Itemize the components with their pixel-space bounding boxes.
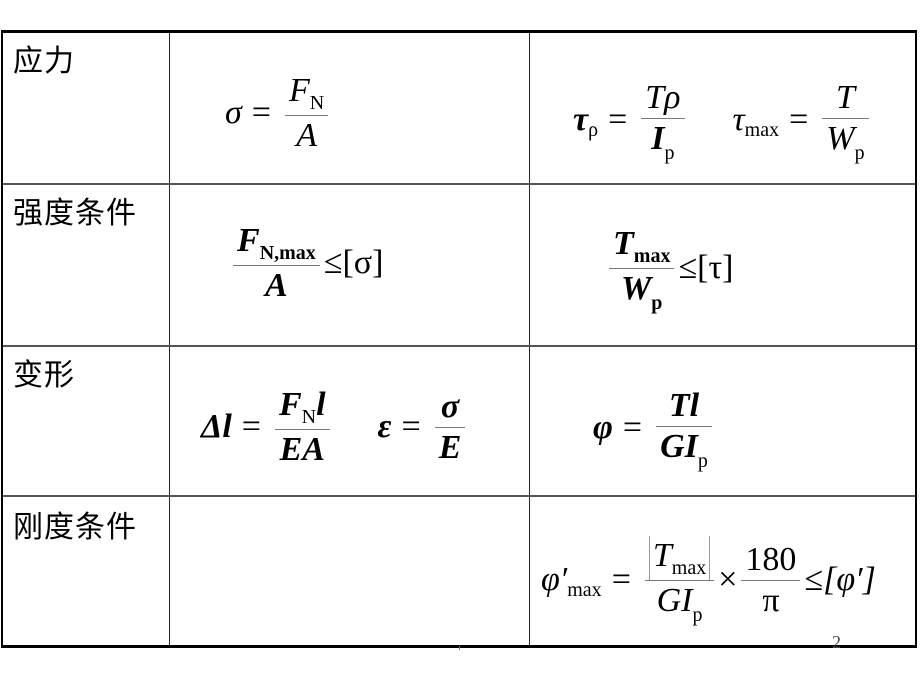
fraction: T Wp: [822, 78, 869, 164]
symbol-tau: τ: [573, 101, 589, 138]
formula-torsion-stiffness: φ′ max = Tmax GI p × 180 π ≤ [φ′]: [541, 525, 876, 635]
symbol-delta-l: Δl: [201, 408, 232, 445]
formula-table: 应力 强度条件 变形 刚度条件 σ = FN A τρ = Tρ Ip τ max…: [1, 30, 917, 648]
row-divider: [3, 495, 915, 497]
row-divider: [3, 183, 915, 185]
symbol-epsilon: ε: [377, 408, 392, 445]
subscript: max: [633, 244, 671, 267]
equals-sign: =: [789, 101, 809, 138]
symbol-phi: φ: [593, 409, 613, 446]
fraction: Tmax Wp: [609, 224, 675, 314]
numerator: T: [613, 224, 634, 262]
subscript: p: [664, 141, 675, 164]
page-number: 2: [832, 632, 841, 652]
numerator: T: [836, 78, 855, 116]
allowable-twist: [φ′]: [823, 561, 876, 598]
row-label-stiffness-condition: 刚度条件: [13, 510, 137, 545]
less-equal-sign: ≤: [804, 561, 824, 598]
equals-sign: =: [251, 94, 271, 131]
fraction: FN A: [284, 71, 329, 156]
denominator: E: [438, 428, 462, 466]
formula-torsion-strength: Tmax Wp ≤ [τ]: [605, 213, 733, 323]
fraction: F N,max A: [233, 221, 320, 306]
fraction: Tmax GI p: [644, 535, 715, 626]
numerator: F: [237, 221, 260, 259]
decorative-tick: [459, 646, 460, 650]
numerator: Tρ: [645, 78, 681, 116]
formula-axial-strength: F N,max A ≤ [σ]: [229, 213, 383, 313]
formula-axial-stress: σ = FN A: [225, 63, 332, 163]
subscript: max: [671, 556, 707, 579]
symbol-sigma: σ: [225, 94, 242, 131]
fraction: σ E: [434, 387, 466, 468]
fraction: FNl EA: [274, 385, 330, 470]
equals-sign: =: [241, 408, 261, 445]
row-label-strength-condition: 强度条件: [13, 196, 137, 231]
subscript: ρ: [588, 118, 599, 141]
subscript: p: [854, 141, 865, 164]
less-equal-sign: ≤: [323, 244, 343, 281]
numerator-length: l: [316, 385, 326, 423]
column-divider: [529, 33, 530, 645]
symbol-phi-prime: φ′: [541, 561, 568, 598]
subscript: N: [309, 91, 325, 114]
denominator: W: [826, 119, 855, 157]
numerator: F: [278, 385, 302, 423]
formula-torsion-stress: τρ = Tρ Ip τ max = T Wp: [573, 65, 873, 175]
fraction: Tl GI p: [656, 386, 712, 472]
denominator: GI: [660, 427, 698, 465]
row-label-stress: 应力: [13, 44, 75, 79]
formula-torsion-deformation: φ = Tl GI p: [593, 373, 716, 483]
denominator: I: [651, 119, 665, 157]
equals-sign: =: [401, 408, 421, 445]
denominator: GI: [656, 581, 693, 619]
allowable-stress: [σ]: [342, 244, 384, 281]
numerator: T: [652, 536, 672, 574]
fraction: Tρ Ip: [641, 78, 685, 164]
subscript: max: [744, 118, 780, 141]
row-divider: [3, 345, 915, 347]
formula-axial-deformation: Δl = FNl EA ε = σ E: [201, 377, 469, 477]
numerator: Tl: [668, 386, 700, 424]
equals-sign: =: [608, 101, 628, 138]
subscript: N,max: [259, 241, 316, 264]
numerator: σ: [440, 387, 460, 425]
column-divider: [169, 33, 170, 645]
subscript: p: [697, 449, 708, 472]
less-equal-sign: ≤: [678, 249, 698, 286]
subscript: max: [567, 578, 602, 601]
denominator: π: [762, 581, 780, 619]
numerator: F: [288, 71, 310, 109]
subscript: N: [301, 405, 317, 428]
subscript: p: [651, 291, 663, 314]
symbol-tau: τ: [732, 101, 745, 138]
equals-sign: =: [622, 409, 643, 446]
times-sign: ×: [718, 561, 738, 598]
allowable-shear: [τ]: [697, 249, 734, 286]
fraction: 180 π: [741, 540, 801, 621]
equals-sign: =: [611, 561, 631, 598]
numerator: 180: [745, 540, 797, 578]
subscript: p: [692, 603, 703, 626]
row-label-deformation: 变形: [13, 358, 75, 393]
